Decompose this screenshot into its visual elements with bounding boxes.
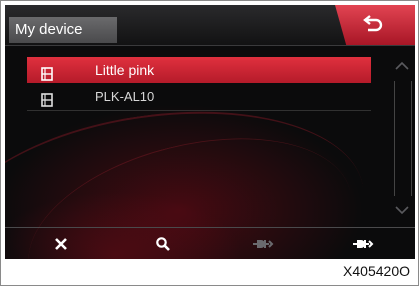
back-button[interactable] <box>335 5 415 45</box>
bottom-toolbar <box>5 227 415 259</box>
scrollbar[interactable] <box>391 53 413 223</box>
device-label: PLK-AL10 <box>95 89 155 104</box>
figure-frame: My device Little pink PLK-AL10 X405420O <box>0 0 419 286</box>
figure-reference: X405420O <box>343 263 410 279</box>
head-unit-screen: My device Little pink PLK-AL10 <box>5 5 415 259</box>
page-title: My device <box>9 17 117 43</box>
device-item-plk-al10[interactable]: PLK-AL10 <box>27 84 371 111</box>
scroll-track[interactable] <box>394 81 412 196</box>
device-list: Little pink PLK-AL10 <box>27 57 371 112</box>
device-item-little-pink[interactable]: Little pink <box>27 57 371 83</box>
phone-icon <box>41 90 53 116</box>
connect-button[interactable] <box>333 228 393 259</box>
disconnect-button[interactable] <box>233 228 293 259</box>
title-bar: My device <box>5 5 415 46</box>
device-label: Little pink <box>95 62 155 78</box>
delete-button[interactable] <box>31 228 91 259</box>
search-button[interactable] <box>133 228 193 259</box>
